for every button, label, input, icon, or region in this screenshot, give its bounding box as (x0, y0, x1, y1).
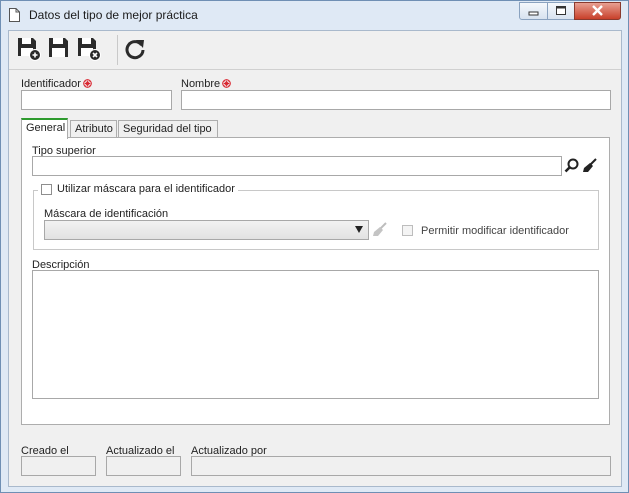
updated-field (106, 456, 181, 476)
save-button[interactable] (47, 37, 71, 61)
mask-select[interactable] (44, 220, 369, 240)
search-button[interactable] (563, 157, 581, 175)
allow-modify-checkbox[interactable] (402, 225, 413, 236)
name-label: Nombre (181, 78, 231, 90)
refresh-button[interactable] (123, 37, 147, 61)
clear-button[interactable] (581, 157, 599, 175)
broom-icon (373, 222, 387, 236)
created-field (21, 456, 96, 476)
mask-label: Máscara de identificación (44, 208, 169, 220)
identifier-label: Identificador (21, 78, 92, 90)
required-icon (222, 79, 231, 88)
refresh-icon (125, 40, 145, 60)
description-textarea[interactable] (32, 270, 599, 399)
use-mask-legend: Utilizar máscara para el identificador (38, 183, 238, 195)
broom-icon (583, 158, 597, 172)
general-tab-panel: Tipo superior Utilizar máscara para el i… (21, 137, 610, 425)
window-title: Datos del tipo de mejor práctica (29, 8, 198, 22)
save-icon (49, 38, 68, 57)
tab-atributo[interactable]: Atributo (70, 120, 117, 138)
dialog-window: Datos del tipo de mejor práctica Identif… (0, 0, 629, 493)
use-mask-label: Utilizar máscara para el identificador (57, 183, 235, 195)
chevron-down-icon (355, 226, 363, 233)
maximize-button[interactable] (547, 2, 575, 20)
title-bar[interactable]: Datos del tipo de mejor práctica (1, 1, 628, 30)
document-icon (9, 8, 20, 22)
toolbar-separator (117, 35, 118, 65)
name-input[interactable] (181, 90, 611, 110)
close-button[interactable] (574, 2, 621, 20)
tab-seguridad[interactable]: Seguridad del tipo (118, 120, 218, 138)
identifier-input[interactable] (21, 90, 172, 110)
updated-by-field (191, 456, 611, 476)
close-icon (592, 5, 603, 16)
parent-type-input[interactable] (32, 156, 562, 176)
save-new-button[interactable] (17, 37, 41, 61)
required-icon (83, 79, 92, 88)
allow-modify-label: Permitir modificar identificador (421, 225, 569, 237)
dialog-body: Identificador Nombre General Atributo Se… (8, 30, 622, 487)
save-close-button[interactable] (77, 37, 101, 61)
save-close-icon (78, 38, 101, 61)
minimize-button[interactable] (519, 2, 548, 20)
save-new-icon (18, 38, 41, 61)
maximize-icon (556, 6, 566, 15)
mask-clear-button[interactable] (371, 221, 389, 239)
mask-fieldset: Utilizar máscara para el identificador M… (33, 183, 599, 250)
toolbar (9, 31, 621, 70)
search-icon (564, 158, 579, 173)
minimize-icon (528, 11, 539, 16)
tab-general[interactable]: General (21, 118, 68, 139)
use-mask-checkbox[interactable] (41, 183, 52, 195)
